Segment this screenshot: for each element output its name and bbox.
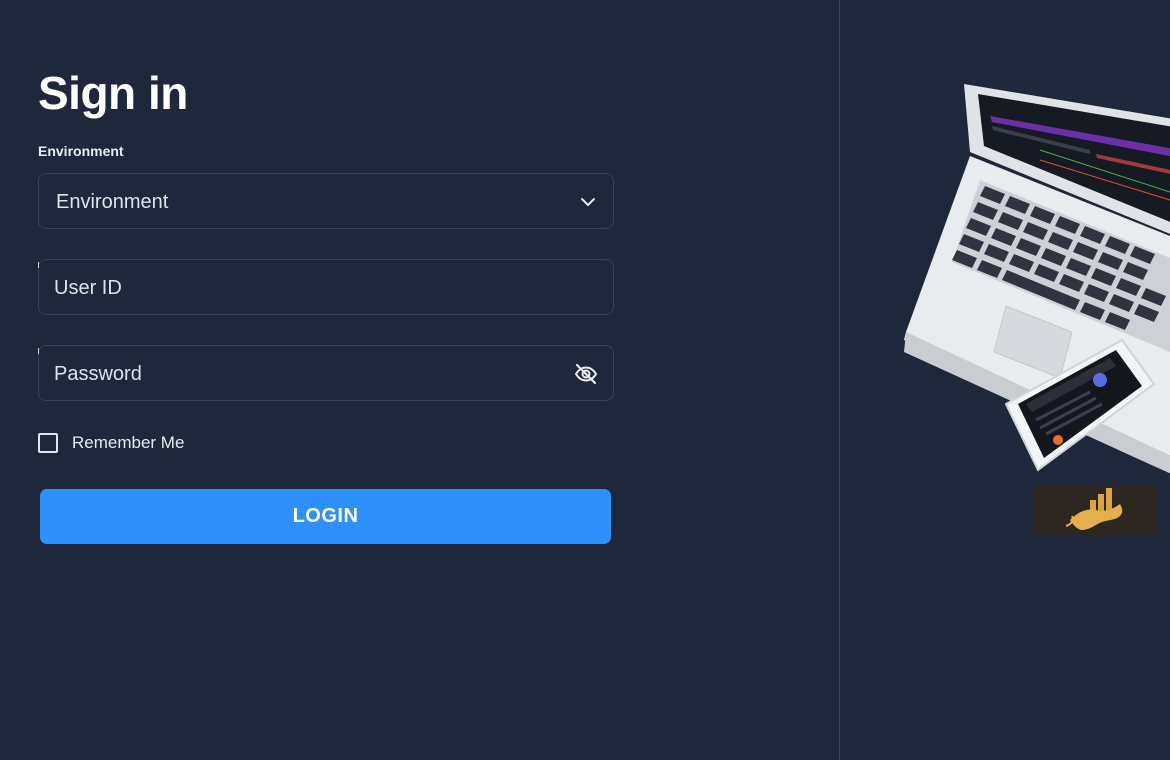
environment-label: Environment: [38, 143, 124, 159]
field-marker: [38, 262, 39, 268]
page-title: Sign in: [38, 67, 188, 119]
sign-in-page: Sign in Environment Environment User ID …: [0, 0, 1170, 760]
user-id-placeholder: User ID: [54, 277, 122, 299]
environment-selected-value: Environment: [56, 191, 169, 213]
field-marker: [38, 348, 39, 354]
password-placeholder: Password: [54, 363, 142, 385]
eye-slash-icon[interactable]: [573, 361, 599, 387]
login-button[interactable]: LOGIN: [40, 489, 611, 544]
sign-in-panel: Sign in Environment Environment User ID …: [0, 0, 839, 760]
bull-logo-icon: [1065, 488, 1123, 530]
illustration-panel: [840, 0, 1170, 760]
brand-logo: [1034, 486, 1158, 536]
remember-me-label[interactable]: Remember Me: [72, 433, 184, 453]
laptop-phone-illustration: [904, 84, 1170, 474]
password-field[interactable]: Password: [38, 345, 614, 401]
remember-me[interactable]: Remember Me: [38, 432, 184, 454]
user-id-field[interactable]: User ID: [38, 259, 614, 315]
remember-me-checkbox[interactable]: [38, 433, 58, 453]
environment-select[interactable]: Environment: [38, 173, 614, 229]
chevron-down-icon[interactable]: [578, 192, 598, 212]
